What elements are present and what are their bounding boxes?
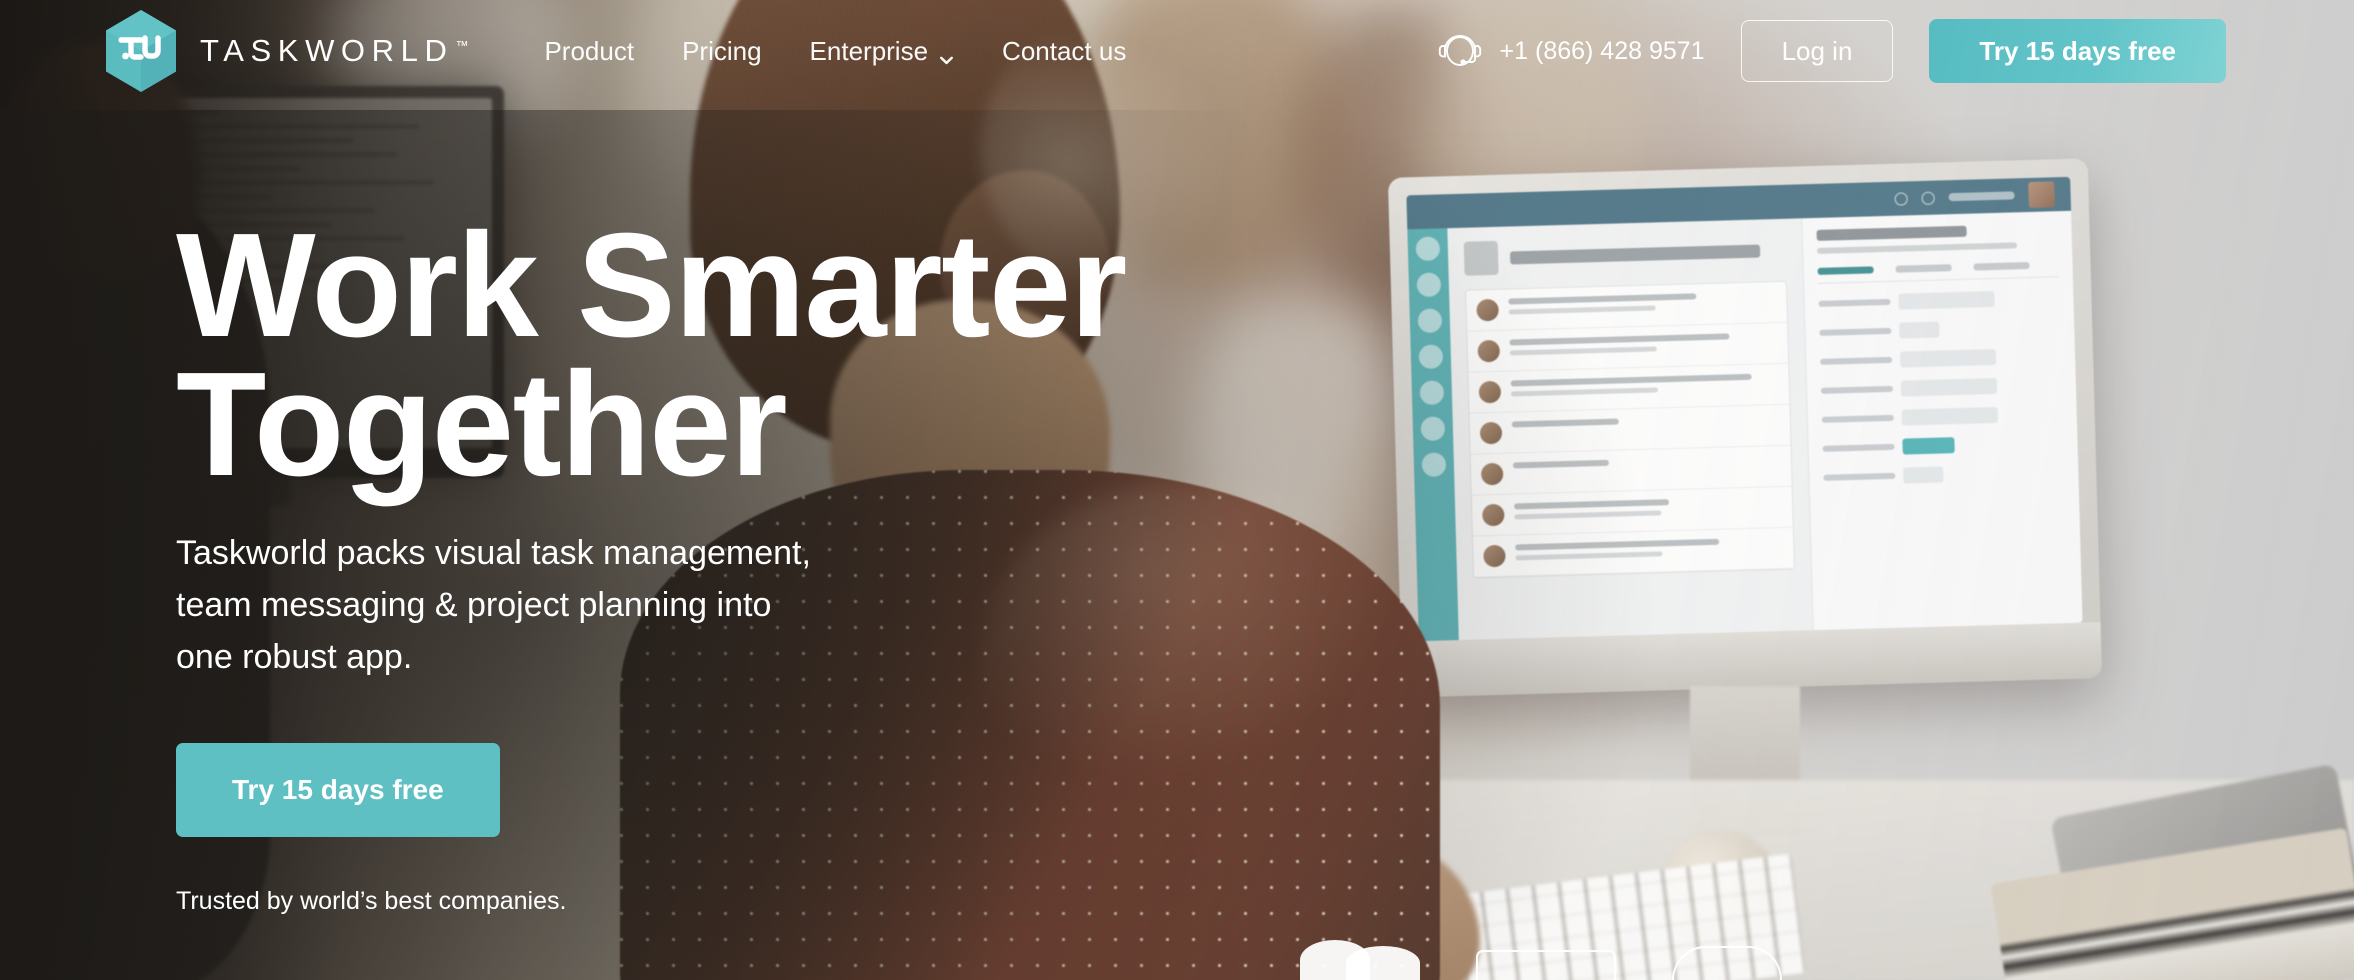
taskworld-hexagon-logo-icon (104, 9, 178, 93)
header-trial-button[interactable]: Try 15 days free (1929, 19, 2226, 83)
hero-subtext-line3: one robust app. (176, 637, 413, 676)
nav-item-enterprise[interactable]: Enterprise (810, 36, 955, 67)
hero-trial-button-label: Try 15 days free (232, 774, 444, 806)
header-trial-button-label: Try 15 days free (1979, 36, 2176, 66)
hero-heading: Work Smarter Together (176, 212, 1127, 508)
hero-trial-button[interactable]: Try 15 days free (176, 743, 500, 838)
hero-subtext-line2: team messaging & project planning into (176, 585, 772, 624)
nav-item-pricing[interactable]: Pricing (682, 36, 761, 67)
trademark-symbol: ™ (455, 37, 469, 53)
client-logo-arc (1672, 946, 1782, 980)
nav-item-product[interactable]: Product (544, 36, 634, 67)
hero-heading-line2: Together (176, 342, 788, 508)
brand-wordmark: TASKWORLD ™ (200, 33, 469, 68)
main-navigation: Product Pricing Enterprise Contact us (544, 36, 1126, 67)
headset-icon (1437, 28, 1485, 75)
client-logo-box (1476, 950, 1616, 980)
site-header: TASKWORLD ™ Product Pricing Enterprise Co… (0, 0, 2354, 102)
header-actions: +1 (866) 428 9571 Log in Try 15 days fre… (1437, 19, 2226, 83)
client-logo-strip (1300, 940, 1782, 980)
trusted-by-text: Trusted by world’s best companies. (176, 887, 567, 916)
nav-item-enterprise-label: Enterprise (809, 35, 929, 66)
nav-item-contact-us-label: Contact us (1002, 35, 1127, 66)
login-button-label: Log in (1781, 36, 1853, 66)
brand-logo-link[interactable]: TASKWORLD ™ (104, 9, 468, 93)
nav-item-contact-us[interactable]: Contact us (1002, 36, 1126, 67)
hero-subtext-line1: Taskworld packs visual task management, (176, 534, 811, 573)
landing-page: TASKWORLD ™ Product Pricing Enterprise Co… (0, 0, 2354, 980)
hero-content: Work Smarter Together Taskworld packs vi… (176, 212, 1127, 916)
support-phone-number: +1 (866) 428 9571 (1499, 36, 1705, 65)
client-logo-cloud (1300, 940, 1420, 980)
login-button[interactable]: Log in (1740, 20, 1894, 82)
chevron-down-icon (939, 44, 954, 64)
nav-item-product-label: Product (544, 35, 635, 66)
nav-item-pricing-label: Pricing (682, 35, 762, 66)
hero-subtext: Taskworld packs visual task management, … (176, 528, 1126, 683)
support-phone[interactable]: +1 (866) 428 9571 (1437, 28, 1705, 75)
